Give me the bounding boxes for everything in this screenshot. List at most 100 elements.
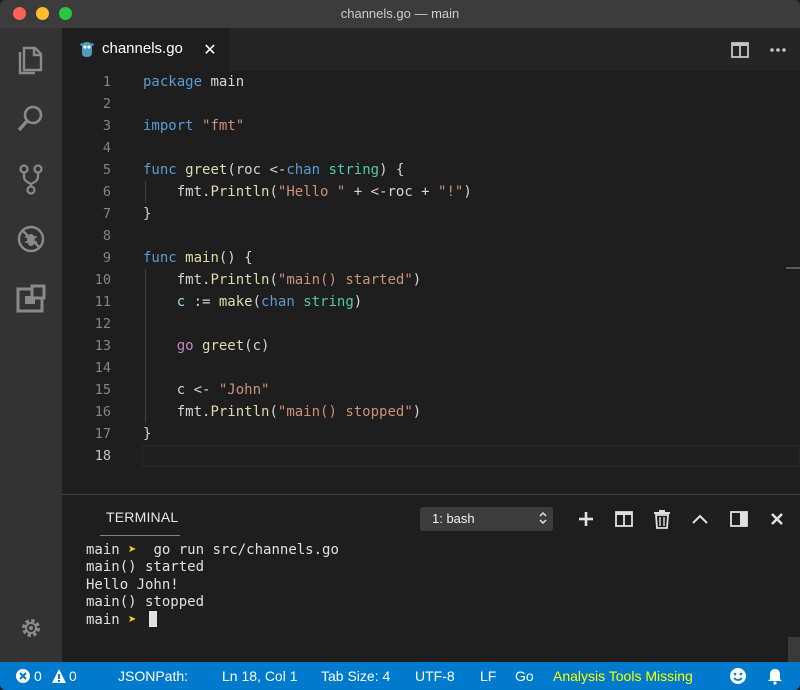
code-token: make [218, 294, 253, 310]
code-token: go [176, 338, 203, 354]
code-line[interactable]: 12 [62, 313, 782, 335]
code-token: := [185, 294, 219, 310]
terminal-command: go run src/channels.go [153, 542, 339, 558]
code-line[interactable]: 14 [62, 357, 782, 379]
code-line[interactable]: 7} [62, 203, 782, 225]
line-number: 12 [94, 316, 111, 332]
close-panel-icon[interactable] [766, 508, 788, 530]
code-line[interactable]: 8 [62, 225, 782, 247]
code-line[interactable]: 2 [62, 93, 782, 115]
code-line[interactable]: 15 c <- "John" [62, 379, 782, 401]
line-number: 8 [102, 228, 111, 244]
debug-icon[interactable] [13, 221, 49, 257]
code-token: "main() stopped" [277, 404, 413, 420]
code-line[interactable]: 11 c := make(chan string) [62, 291, 782, 313]
code-token: c [176, 294, 186, 310]
warning-icon[interactable] [51, 668, 67, 684]
terminal-output[interactable]: main ➤ go run src/channels.go main() sta… [86, 542, 339, 628]
code-text: package main [143, 71, 244, 93]
terminal-select[interactable]: 1: bash [420, 507, 553, 531]
line-number: 6 [102, 184, 111, 200]
code-line[interactable]: 6 fmt.Println("Hello " + <-roc + "!") [62, 181, 782, 203]
code-token: chan [261, 294, 304, 310]
toggle-panel-position-icon[interactable] [728, 508, 750, 530]
code-line[interactable]: 16 fmt.Println("main() stopped") [62, 401, 782, 423]
split-editor-icon[interactable] [730, 40, 750, 60]
split-terminal-icon[interactable] [613, 508, 635, 530]
terminal-panel: TERMINAL 1: bash main ➤ go run src/chann… [62, 494, 800, 663]
code-token: import [143, 118, 203, 134]
more-actions-icon[interactable] [768, 40, 788, 60]
code-text: } [143, 423, 151, 445]
code-text: func greet(roc <-chan string) { [143, 159, 404, 181]
search-icon[interactable] [13, 101, 49, 137]
explorer-icon[interactable] [13, 41, 49, 77]
code-line[interactable]: 18 [62, 445, 782, 467]
end-of-line[interactable]: LF [480, 668, 496, 684]
new-terminal-icon[interactable] [575, 508, 597, 530]
code-token: greet [202, 338, 245, 354]
terminal-output-line: Hello John! [86, 576, 179, 593]
source-control-icon[interactable] [13, 161, 49, 197]
code-token: fmt. [143, 272, 211, 288]
language-mode[interactable]: Go [515, 668, 534, 684]
error-icon[interactable] [15, 668, 31, 684]
line-number: 5 [102, 162, 111, 178]
encoding[interactable]: UTF-8 [415, 668, 455, 684]
warning-count[interactable]: 0 [69, 668, 77, 684]
code-token: "!" [438, 184, 464, 200]
tab-size[interactable]: Tab Size: 4 [321, 668, 390, 684]
extensions-icon[interactable] [13, 281, 49, 317]
tab-channels-go[interactable]: channels.go ✕ [62, 28, 230, 71]
code-token: (c) [244, 338, 270, 354]
code-token: ( [269, 404, 278, 420]
tab-close-button[interactable]: ✕ [202, 40, 218, 59]
code-token: (roc <- [227, 162, 287, 178]
code-token: } [143, 206, 152, 222]
terminal-command-line: main ➤ go run src/channels.go [86, 542, 339, 559]
editor-tab-bar: channels.go ✕ [62, 28, 800, 71]
jsonpath-item[interactable]: JSONPath: [118, 668, 188, 684]
code-line[interactable]: 3 import "fmt" [62, 115, 782, 137]
code-token: ) { [379, 162, 405, 178]
settings-gear-icon[interactable] [18, 615, 44, 641]
line-number: 3 [102, 118, 111, 134]
code-line[interactable]: 17} [62, 423, 782, 445]
code-line[interactable]: 4 [62, 137, 782, 159]
cursor-position[interactable]: Ln 18, Col 1 [222, 668, 298, 684]
line-number: 16 [94, 404, 111, 420]
code-line[interactable]: 13 go greet(c) [62, 335, 782, 357]
code-line[interactable]: 1 package main [62, 71, 782, 93]
activity-bar [0, 28, 62, 662]
maximize-panel-icon[interactable] [689, 508, 711, 530]
terminal-scrollbar[interactable] [788, 637, 800, 663]
code-line[interactable]: 9 func main() { [62, 247, 782, 269]
code-token: fmt. [143, 184, 211, 200]
code-token: main [185, 250, 219, 266]
error-count[interactable]: 0 [34, 668, 42, 684]
code-token: () { [218, 250, 253, 266]
code-text: func main() { [143, 247, 253, 269]
code-line[interactable]: 10 fmt.Println("main() started") [62, 269, 782, 291]
code-line[interactable]: 5 func greet(roc <-chan string) { [62, 159, 782, 181]
code-text: fmt.Println("Hello " + <-roc + "!") [143, 181, 472, 203]
terminal-output-line: main() stopped [86, 593, 205, 610]
line-number: 10 [94, 272, 111, 288]
code-editor[interactable]: 1 package main 2 3 import "fmt" 4 5 func greet(… [62, 71, 800, 494]
code-token: ( [252, 294, 262, 310]
notifications-bell-icon[interactable] [766, 667, 784, 685]
line-number: 17 [94, 426, 111, 442]
analysis-tools-warning[interactable]: Analysis Tools Missing [553, 668, 693, 684]
code-text: fmt.Println("main() started") [143, 269, 421, 291]
line-number: 1 [102, 74, 111, 90]
code-token: string [328, 162, 380, 178]
select-arrows-icon [539, 511, 547, 525]
panel-tab-terminal[interactable]: TERMINAL [106, 509, 178, 525]
code-text: c := make(chan string) [143, 291, 362, 313]
active-tab-underline [100, 535, 180, 536]
code-token: ) [412, 272, 422, 288]
trash-icon[interactable] [651, 508, 673, 530]
code-token: chan [286, 162, 329, 178]
feedback-smiley-icon[interactable] [729, 667, 747, 685]
